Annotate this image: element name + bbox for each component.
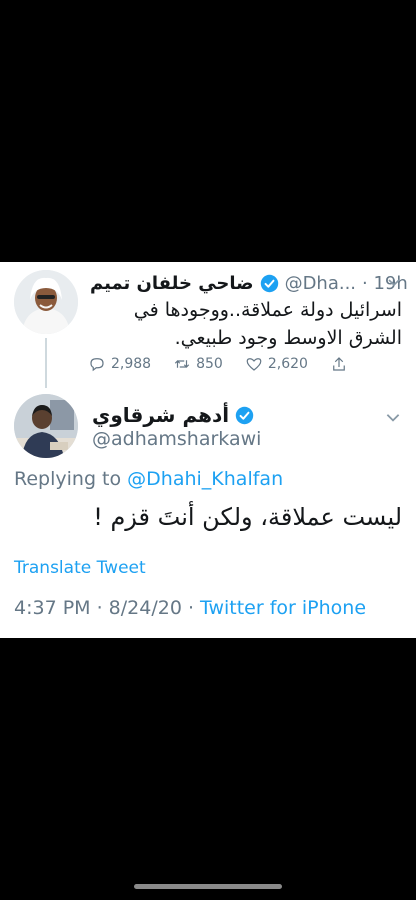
chevron-down-icon[interactable] — [386, 274, 402, 290]
replying-prefix: Replying to — [14, 468, 122, 490]
parent-handle[interactable]: @Dha... — [285, 273, 356, 294]
tweet-source-link[interactable]: Twitter for iPhone — [200, 597, 366, 619]
retweet-icon — [174, 360, 190, 368]
like-button[interactable]: 2,620 — [245, 355, 308, 373]
parent-display-name[interactable]: ضاحي خلفان تميم — [90, 273, 254, 294]
parent-tweet[interactable]: ضاحي خلفان تميم @Dha... · 19h اسرائيل دو… — [0, 262, 416, 392]
main-tweet-text: ليست عملاقة، ولكن أنتَ قزم ! — [93, 503, 402, 531]
parent-actions: 2,988 850 2,620 — [88, 352, 348, 376]
main-display-name[interactable]: أدهم شرقاوي — [92, 403, 229, 427]
chevron-down-icon[interactable] — [384, 408, 402, 426]
retweet-count: 850 — [196, 356, 223, 372]
main-avatar[interactable] — [14, 394, 78, 458]
verified-icon — [235, 406, 254, 424]
reply-count: 2,988 — [111, 356, 152, 372]
heart-icon — [246, 358, 262, 371]
reply-icon — [90, 358, 104, 372]
tweet-timestamp[interactable]: 4:37 PM · 8/24/20 · — [14, 597, 194, 619]
main-handle[interactable]: @adhamsharkawi — [92, 428, 261, 450]
thread-line — [45, 338, 47, 388]
retweet-button[interactable]: 850 — [173, 355, 223, 373]
share-icon — [333, 357, 345, 371]
home-indicator[interactable] — [134, 884, 282, 889]
tweet-card: ضاحي خلفان تميم @Dha... · 19h اسرائيل دو… — [0, 262, 416, 638]
parent-avatar[interactable] — [14, 270, 78, 334]
parent-header: ضاحي خلفان تميم @Dha... · 19h — [90, 268, 408, 298]
replying-mention-link[interactable]: @Dhahi_Khalfan — [127, 468, 283, 490]
tweet-meta: 4:37 PM · 8/24/20 · Twitter for iPhone — [14, 597, 366, 619]
parent-tweet-text: اسرائيل دولة عملاقة..ووجودها في الشرق ال… — [133, 299, 402, 349]
verified-icon — [260, 274, 278, 292]
like-count: 2,620 — [267, 356, 308, 372]
main-name-row: أدهم شرقاوي — [92, 402, 254, 428]
translate-tweet-link[interactable]: Translate Tweet — [14, 558, 146, 578]
replying-to: Replying to @Dhahi_Khalfan — [14, 468, 283, 490]
reply-button[interactable]: 2,988 — [88, 355, 151, 373]
share-button[interactable] — [330, 355, 348, 373]
